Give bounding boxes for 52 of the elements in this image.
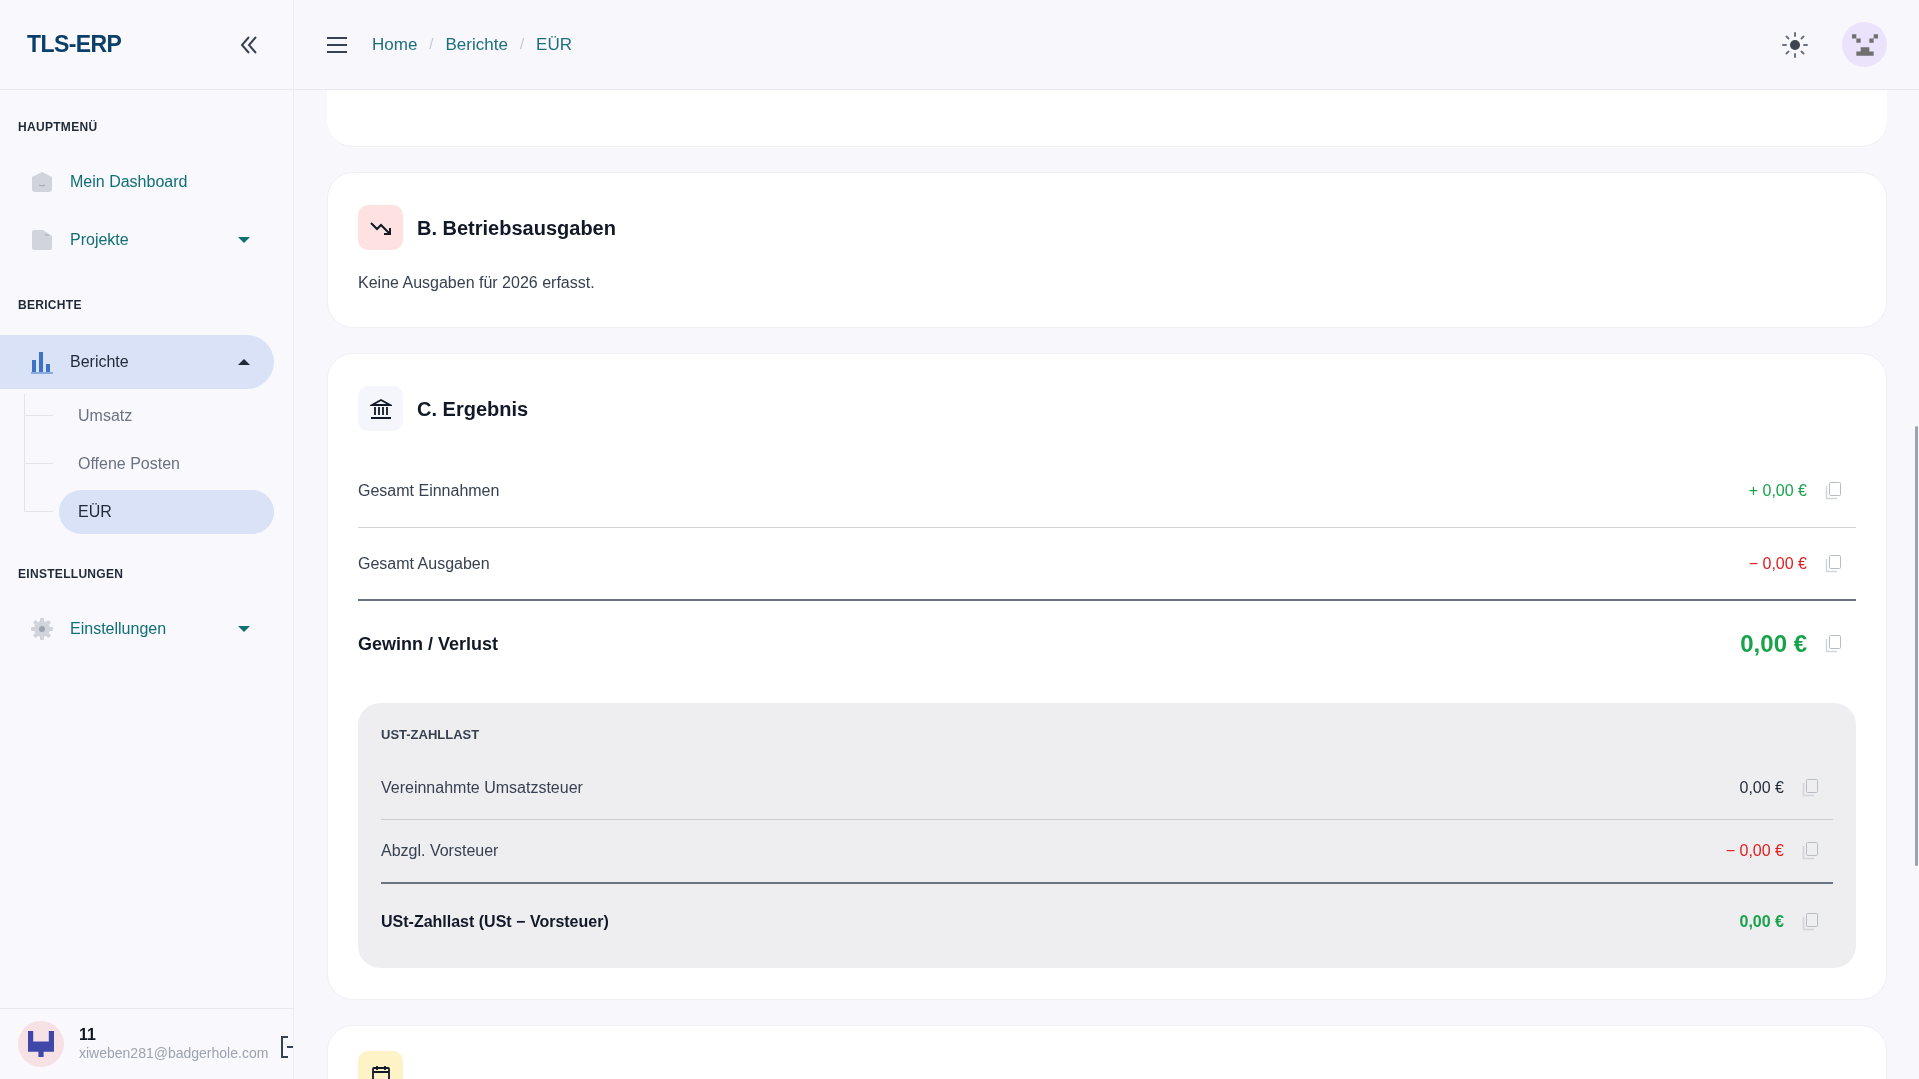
caret-icon xyxy=(238,625,250,633)
user-name: 11 xyxy=(79,1025,97,1046)
breadcrumb-separator: / xyxy=(429,34,434,55)
bar-chart-icon xyxy=(30,350,54,374)
row-label: USt-Zahllast (USt − Vorsteuer) xyxy=(381,912,610,932)
breadcrumb-separator: / xyxy=(519,34,525,55)
copy-icon[interactable] xyxy=(1802,913,1818,931)
amount-value: 0,00 € xyxy=(1739,912,1784,932)
menu-icon[interactable] xyxy=(326,35,348,54)
sidebar-item[interactable]: Einstellungen xyxy=(0,604,274,654)
submenu-item[interactable]: Umsatz xyxy=(59,394,274,438)
caret-icon xyxy=(238,236,250,244)
avatar-icon xyxy=(18,1021,64,1067)
amount-value: + 0,00 € xyxy=(1748,481,1807,501)
user-email: xiweben281@badgerhole.com xyxy=(79,1045,269,1063)
breadcrumb-link[interactable]: EÜR xyxy=(536,31,572,58)
theme-toggle-icon[interactable] xyxy=(1782,31,1808,58)
logo: TLS-ERP xyxy=(27,30,122,60)
caret-icon xyxy=(238,358,250,366)
copy-icon[interactable] xyxy=(1802,778,1818,797)
submenu-item[interactable]: Offene Posten xyxy=(59,442,274,486)
avatar-icon[interactable] xyxy=(1842,22,1887,67)
copy-icon[interactable] xyxy=(1802,842,1818,860)
row-label: Vereinnahmte Umsatzsteuer xyxy=(381,777,584,798)
amount-value: − 0,00 € xyxy=(1725,841,1784,861)
logout-icon[interactable] xyxy=(280,1036,293,1058)
copy-icon[interactable] xyxy=(1825,554,1841,573)
copy-icon[interactable] xyxy=(1825,482,1841,500)
breadcrumb-link[interactable]: Home xyxy=(372,31,418,58)
section-title: HAUPTMENÜ xyxy=(17,119,99,136)
copy-icon[interactable] xyxy=(1825,635,1841,653)
amount-value: − 0,00 € xyxy=(1748,553,1807,574)
breadcrumb-link[interactable]: Berichte xyxy=(445,31,508,58)
row-label: Gewinn / Verlust xyxy=(358,632,500,656)
scrollbar-thumb[interactable] xyxy=(1915,426,1918,866)
sidebar-item[interactable]: Berichte xyxy=(0,335,274,389)
amount-value: 0,00 € xyxy=(1739,777,1784,798)
row-label: Gesamt Ausgaben xyxy=(358,553,491,574)
sidebar-item[interactable]: Mein Dashboard xyxy=(0,157,274,207)
row-label: Gesamt Einnahmen xyxy=(358,481,501,501)
section-title: EINSTELLUNGEN xyxy=(17,566,125,583)
section-heading: B. Betriebsausgaben xyxy=(417,215,616,241)
sidebar-item[interactable]: Projekte xyxy=(0,215,274,265)
submenu-item[interactable]: EÜR xyxy=(59,490,274,534)
empty-message: Keine Ausgaben für 2026 erfasst. xyxy=(358,273,596,293)
section-title: BERICHTE xyxy=(17,297,83,314)
amount-value: 0,00 € xyxy=(1740,629,1807,659)
section-heading: C. Ergebnis xyxy=(417,396,529,422)
folder-icon xyxy=(30,228,54,252)
row-label: Abzgl. Vorsteuer xyxy=(381,841,500,861)
panel-title: UST-ZAHLLAST xyxy=(381,726,481,743)
home-icon xyxy=(30,170,54,194)
